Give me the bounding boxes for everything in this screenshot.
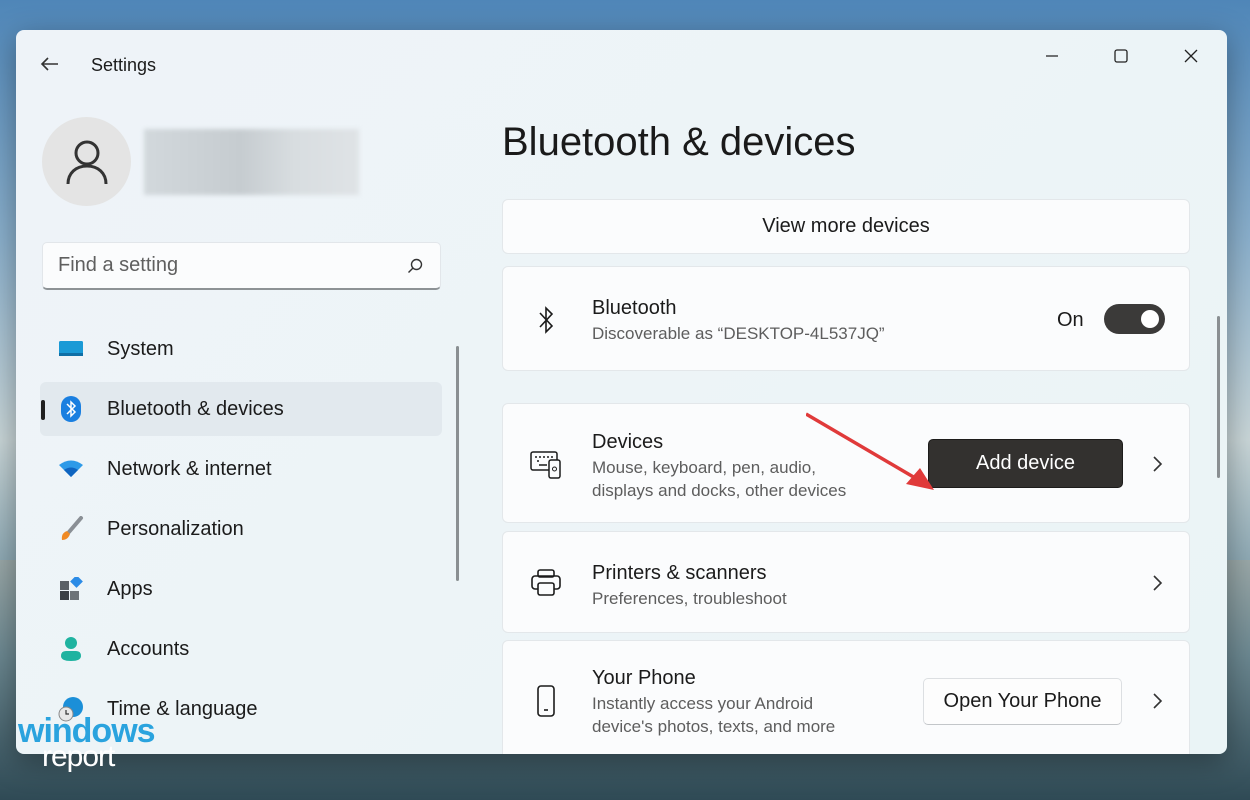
close-icon — [1184, 49, 1198, 63]
back-button[interactable] — [38, 52, 62, 76]
brush-icon — [58, 516, 84, 542]
chevron-right-icon[interactable] — [1149, 573, 1165, 593]
printers-subtitle: Preferences, troubleshoot — [592, 589, 787, 608]
sidebar-item-network[interactable]: Network & internet — [40, 442, 442, 496]
view-more-devices-button[interactable]: View more devices — [502, 199, 1190, 254]
bluetooth-title: Bluetooth — [592, 297, 677, 319]
bluetooth-card: Bluetooth Discoverable as “DESKTOP-4L537… — [502, 266, 1190, 371]
sidebar-item-label: Network & internet — [107, 457, 272, 480]
devices-subtitle-line1: Mouse, keyboard, pen, audio, — [592, 458, 816, 477]
search-input[interactable] — [43, 243, 383, 288]
sidebar-item-bluetooth[interactable]: Bluetooth & devices — [40, 382, 442, 436]
printers-title: Printers & scanners — [592, 562, 767, 584]
wifi-icon — [58, 456, 84, 482]
bluetooth-icon — [529, 303, 563, 337]
minimize-button[interactable] — [1029, 40, 1075, 72]
toggle-knob — [1141, 310, 1159, 328]
devices-card[interactable]: Devices Mouse, keyboard, pen, audio, dis… — [502, 403, 1190, 523]
main-scrollbar[interactable] — [1217, 316, 1220, 478]
search-icon[interactable] — [406, 257, 424, 275]
view-more-label: View more devices — [762, 215, 930, 237]
your-phone-subtitle-line1: Instantly access your Android — [592, 694, 814, 713]
chevron-right-icon[interactable] — [1149, 691, 1165, 711]
bluetooth-subtitle: Discoverable as “DESKTOP-4L537JQ” — [592, 324, 885, 343]
sidebar-item-accounts[interactable]: Accounts — [40, 622, 442, 676]
your-phone-subtitle-line2: device's photos, texts, and more — [592, 717, 836, 736]
avatar[interactable] — [42, 117, 131, 206]
devices-title: Devices — [592, 431, 664, 453]
your-phone-card[interactable]: Your Phone Instantly access your Android… — [502, 640, 1190, 754]
page-title: Bluetooth & devices — [502, 120, 856, 164]
bluetooth-toggle[interactable] — [1104, 304, 1165, 334]
sidebar-item-label: Personalization — [107, 517, 244, 540]
printers-card[interactable]: Printers & scanners Preferences, trouble… — [502, 531, 1190, 633]
search-box[interactable] — [42, 242, 441, 290]
your-phone-title: Your Phone — [592, 667, 696, 689]
sidebar-item-system[interactable]: System — [40, 322, 442, 376]
open-your-phone-button[interactable]: Open Your Phone — [923, 678, 1122, 725]
maximize-button[interactable] — [1098, 40, 1144, 72]
minimize-icon — [1046, 55, 1058, 57]
watermark-logo: windows report — [18, 712, 156, 773]
settings-window: Settings System Bluetooth & de — [16, 30, 1227, 754]
sidebar-item-label: Accounts — [107, 637, 190, 660]
person-icon — [66, 140, 107, 184]
maximize-icon — [1114, 49, 1128, 63]
sidebar-item-personalization[interactable]: Personalization — [40, 502, 442, 556]
printer-icon — [529, 566, 563, 600]
phone-icon — [529, 684, 563, 718]
keyboard-devices-icon — [529, 447, 563, 481]
app-title: Settings — [91, 55, 157, 75]
system-icon — [58, 336, 84, 362]
devices-subtitle-line2: displays and docks, other devices — [592, 481, 847, 500]
active-indicator — [41, 400, 45, 420]
bluetooth-toggle-label: On — [1057, 309, 1084, 331]
watermark-line2: report — [42, 740, 115, 773]
sidebar-item-apps[interactable]: Apps — [40, 562, 442, 616]
close-button[interactable] — [1168, 40, 1214, 72]
chevron-right-icon[interactable] — [1149, 454, 1165, 474]
arrow-left-icon — [40, 57, 58, 71]
sidebar-scrollbar[interactable] — [456, 346, 459, 581]
user-name-blurred — [144, 129, 359, 195]
account-icon — [58, 636, 84, 662]
sidebar-nav: System Bluetooth & devices Network & int… — [40, 322, 442, 742]
sidebar-item-label: Apps — [107, 577, 153, 600]
add-device-button[interactable]: Add device — [928, 439, 1123, 488]
title-bar: Settings — [16, 30, 1227, 90]
sidebar-item-label: System — [107, 337, 174, 360]
apps-icon — [58, 576, 84, 602]
sidebar-item-label: Bluetooth & devices — [107, 397, 284, 420]
bluetooth-icon — [58, 396, 84, 422]
